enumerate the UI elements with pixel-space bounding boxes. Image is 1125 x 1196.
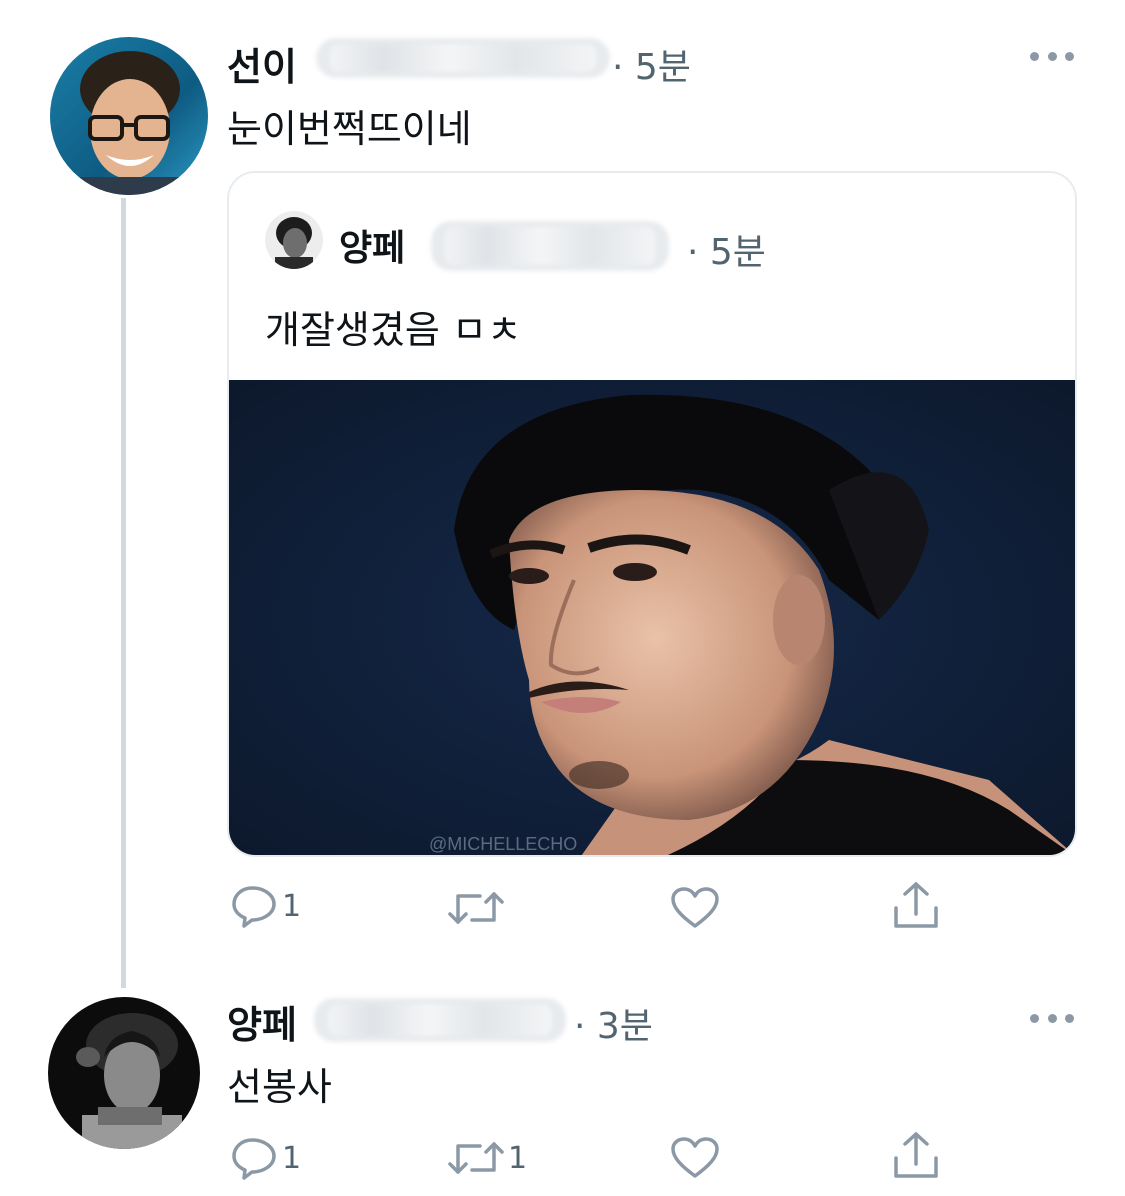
share-icon xyxy=(894,882,938,928)
timestamp[interactable]: · 5분 xyxy=(612,38,691,90)
heart-icon xyxy=(671,887,719,928)
retweet-icon xyxy=(448,892,504,924)
quoted-display-name: 양페 xyxy=(339,228,406,269)
quoted-timestamp: · 5분 xyxy=(687,232,766,273)
portrait-photo: @MICHELLECHO xyxy=(229,380,1075,855)
timestamp[interactable]: · 3분 xyxy=(574,997,653,1049)
retweet-count: 1 xyxy=(508,1140,528,1176)
share-button[interactable] xyxy=(892,1130,940,1180)
share-icon xyxy=(894,1132,938,1178)
quoted-blurred-handle xyxy=(431,221,669,271)
retweet-icon xyxy=(448,1142,504,1174)
retweet-button[interactable]: 1 xyxy=(448,1138,527,1178)
quoted-tweet-text: 개잘생겼음 ㅁㅊ xyxy=(265,308,522,352)
quoted-avatar xyxy=(265,211,323,269)
avatar[interactable] xyxy=(50,37,208,195)
reply-count: 1 xyxy=(282,888,302,924)
reply-icon xyxy=(232,1138,276,1180)
avatar-image xyxy=(48,997,200,1149)
quoted-tweet-card[interactable]: 양페 · 5분 개잘생겼음 ㅁㅊ @MICHELLECHO xyxy=(227,171,1077,857)
like-button[interactable] xyxy=(670,886,724,930)
more-icon[interactable] xyxy=(1030,48,1074,64)
quoted-avatar-image xyxy=(265,211,323,269)
blurred-handle xyxy=(316,38,610,78)
display-name[interactable]: 선이 xyxy=(227,36,297,91)
tweet-text: 눈이번쩍뜨이네 xyxy=(227,107,472,151)
retweet-button[interactable] xyxy=(448,888,508,928)
like-button[interactable] xyxy=(670,1136,724,1180)
share-button[interactable] xyxy=(892,880,940,930)
avatar-image xyxy=(50,37,208,195)
more-icon[interactable] xyxy=(1030,1010,1074,1026)
reply-button[interactable]: 1 xyxy=(230,884,301,928)
display-name[interactable]: 양페 xyxy=(227,994,297,1049)
quoted-photo[interactable]: @MICHELLECHO xyxy=(229,380,1075,855)
blurred-handle xyxy=(314,998,566,1042)
thread-line xyxy=(121,198,126,988)
heart-icon xyxy=(671,1137,719,1178)
photo-watermark: @MICHELLECHO xyxy=(429,834,577,854)
avatar[interactable] xyxy=(48,997,200,1149)
reply-icon xyxy=(232,886,276,928)
tweet-text: 선봉사 xyxy=(227,1065,332,1109)
reply-count: 1 xyxy=(282,1140,302,1176)
reply-button[interactable]: 1 xyxy=(230,1136,301,1180)
